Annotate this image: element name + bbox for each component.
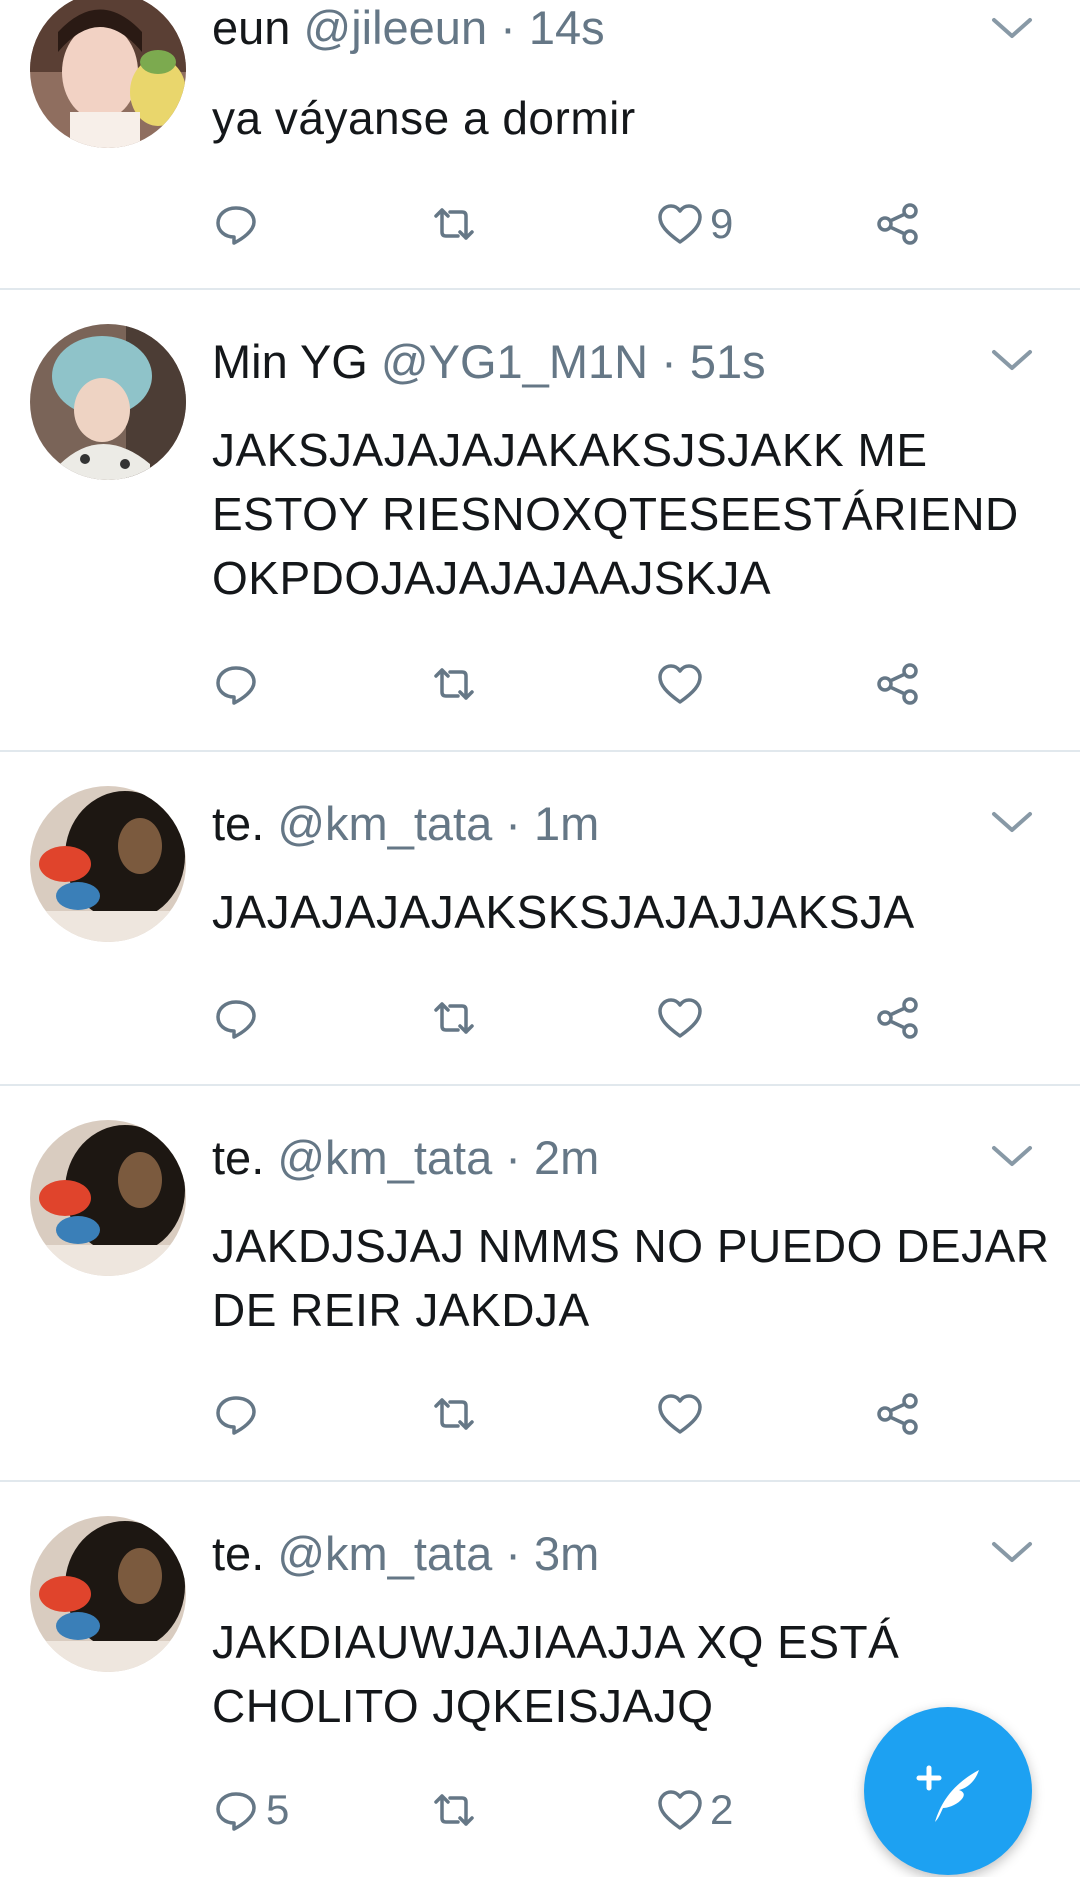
retweet-button[interactable] <box>430 1780 484 1840</box>
share-button[interactable] <box>874 988 922 1048</box>
retweet-button[interactable] <box>430 654 484 714</box>
avatar[interactable] <box>30 786 186 942</box>
tweet-actions <box>0 988 1080 1048</box>
like-button[interactable]: 2 <box>656 1780 733 1840</box>
retweet-button[interactable] <box>430 194 484 254</box>
retweet-icon <box>434 208 474 240</box>
tweet-header: te. @km_tata · 1m <box>212 796 970 852</box>
separator: · <box>500 1 516 54</box>
tweet[interactable]: te. @km_tata · 2m JAKDJSJAJ NMMS NO PUED… <box>0 1086 1080 1480</box>
tweet-header: te. @km_tata · 2m <box>212 1130 970 1186</box>
separator: · <box>505 797 521 850</box>
reply-count: 5 <box>266 1786 290 1833</box>
heart-icon <box>658 1790 702 1830</box>
heart-icon <box>658 1394 702 1434</box>
chevron-down-icon[interactable] <box>990 808 1034 838</box>
chevron-down-icon[interactable] <box>990 1142 1034 1172</box>
username[interactable]: @km_tata <box>277 1527 492 1580</box>
retweet-button[interactable] <box>430 1384 484 1444</box>
display-name[interactable]: te. <box>212 1131 264 1184</box>
share-icon <box>877 1393 918 1435</box>
separator: · <box>505 1131 521 1184</box>
like-count: 9 <box>710 200 734 247</box>
display-name[interactable]: te. <box>212 797 264 850</box>
heart-icon <box>658 664 702 704</box>
retweet-icon <box>434 1002 474 1034</box>
reply-button[interactable]: 5 <box>212 1780 289 1840</box>
display-name[interactable]: eun <box>212 1 290 54</box>
tweet-header: eun @jileeun · 14s <box>212 0 970 56</box>
reply-button[interactable] <box>212 1384 266 1444</box>
retweet-button[interactable] <box>430 988 484 1048</box>
reply-icon <box>216 1000 256 1039</box>
reply-button[interactable] <box>212 988 266 1048</box>
share-icon <box>877 997 918 1039</box>
share-button[interactable] <box>874 194 922 254</box>
timestamp[interactable]: 14s <box>529 1 605 54</box>
avatar[interactable] <box>30 1516 186 1672</box>
tweet[interactable]: eun @jileeun · 14s ya váyanse a dormir 9 <box>0 0 1080 290</box>
compose-tweet-button[interactable] <box>864 1707 1032 1875</box>
username[interactable]: @km_tata <box>277 1131 492 1184</box>
tweet-text: JAJAJAJAJAKSKSJAJAJJAKSJA <box>212 886 915 938</box>
display-name[interactable]: te. <box>212 1527 264 1580</box>
separator: · <box>505 1527 521 1580</box>
like-button[interactable] <box>656 1384 710 1444</box>
like-button[interactable] <box>656 988 710 1048</box>
share-icon <box>877 203 918 245</box>
tweet-header: Min YG @YG1_M1N · 51s <box>212 334 970 390</box>
compose-feather-icon <box>916 1765 979 1822</box>
heart-icon <box>658 998 702 1038</box>
reply-icon <box>216 1396 256 1435</box>
chevron-down-icon[interactable] <box>990 14 1034 44</box>
tweet-actions: 9 <box>0 194 1080 254</box>
timestamp[interactable]: 51s <box>690 335 766 388</box>
timestamp[interactable]: 2m <box>534 1131 599 1184</box>
heart-icon <box>658 204 702 244</box>
reply-icon <box>216 206 256 245</box>
share-icon <box>877 663 918 705</box>
tweet[interactable]: te. @km_tata · 1m JAJAJAJAJAKSKSJAJAJJAK… <box>0 752 1080 1084</box>
like-button[interactable]: 9 <box>656 194 733 254</box>
tweet-actions <box>0 1384 1080 1444</box>
display-name[interactable]: Min YG <box>212 335 368 388</box>
retweet-icon <box>434 1794 474 1826</box>
retweet-icon <box>434 1398 474 1430</box>
reply-button[interactable] <box>212 194 266 254</box>
timestamp[interactable]: 1m <box>534 797 599 850</box>
username[interactable]: @jileeun <box>303 1 487 54</box>
tweet-text: JAKSJAJAJAJAKAKSJSJAKK ME ESTOY RIESNOXQ… <box>212 424 1019 604</box>
tweet-text: JAKDJSJAJ NMMS NO PUEDO DEJAR DE REIR JA… <box>212 1220 1050 1336</box>
username[interactable]: @YG1_M1N <box>381 335 648 388</box>
retweet-icon <box>434 668 474 700</box>
reply-icon <box>216 1792 256 1831</box>
like-button[interactable] <box>656 654 710 714</box>
reply-icon <box>216 666 256 705</box>
like-count: 2 <box>710 1786 734 1833</box>
username[interactable]: @km_tata <box>277 797 492 850</box>
chevron-down-icon[interactable] <box>990 1538 1034 1568</box>
chevron-down-icon[interactable] <box>990 346 1034 376</box>
share-button[interactable] <box>874 654 922 714</box>
separator: · <box>661 335 677 388</box>
tweet-text: ya váyanse a dormir <box>212 92 636 144</box>
tweet-actions <box>0 654 1080 714</box>
share-button[interactable] <box>874 1384 922 1444</box>
tweet-header: te. @km_tata · 3m <box>212 1526 970 1582</box>
tweet[interactable]: Min YG @YG1_M1N · 51s JAKSJAJAJAJAKAKSJS… <box>0 290 1080 750</box>
avatar[interactable] <box>30 324 186 480</box>
timestamp[interactable]: 3m <box>534 1527 599 1580</box>
avatar[interactable] <box>30 0 186 148</box>
avatar[interactable] <box>30 1120 186 1276</box>
reply-button[interactable] <box>212 654 266 714</box>
